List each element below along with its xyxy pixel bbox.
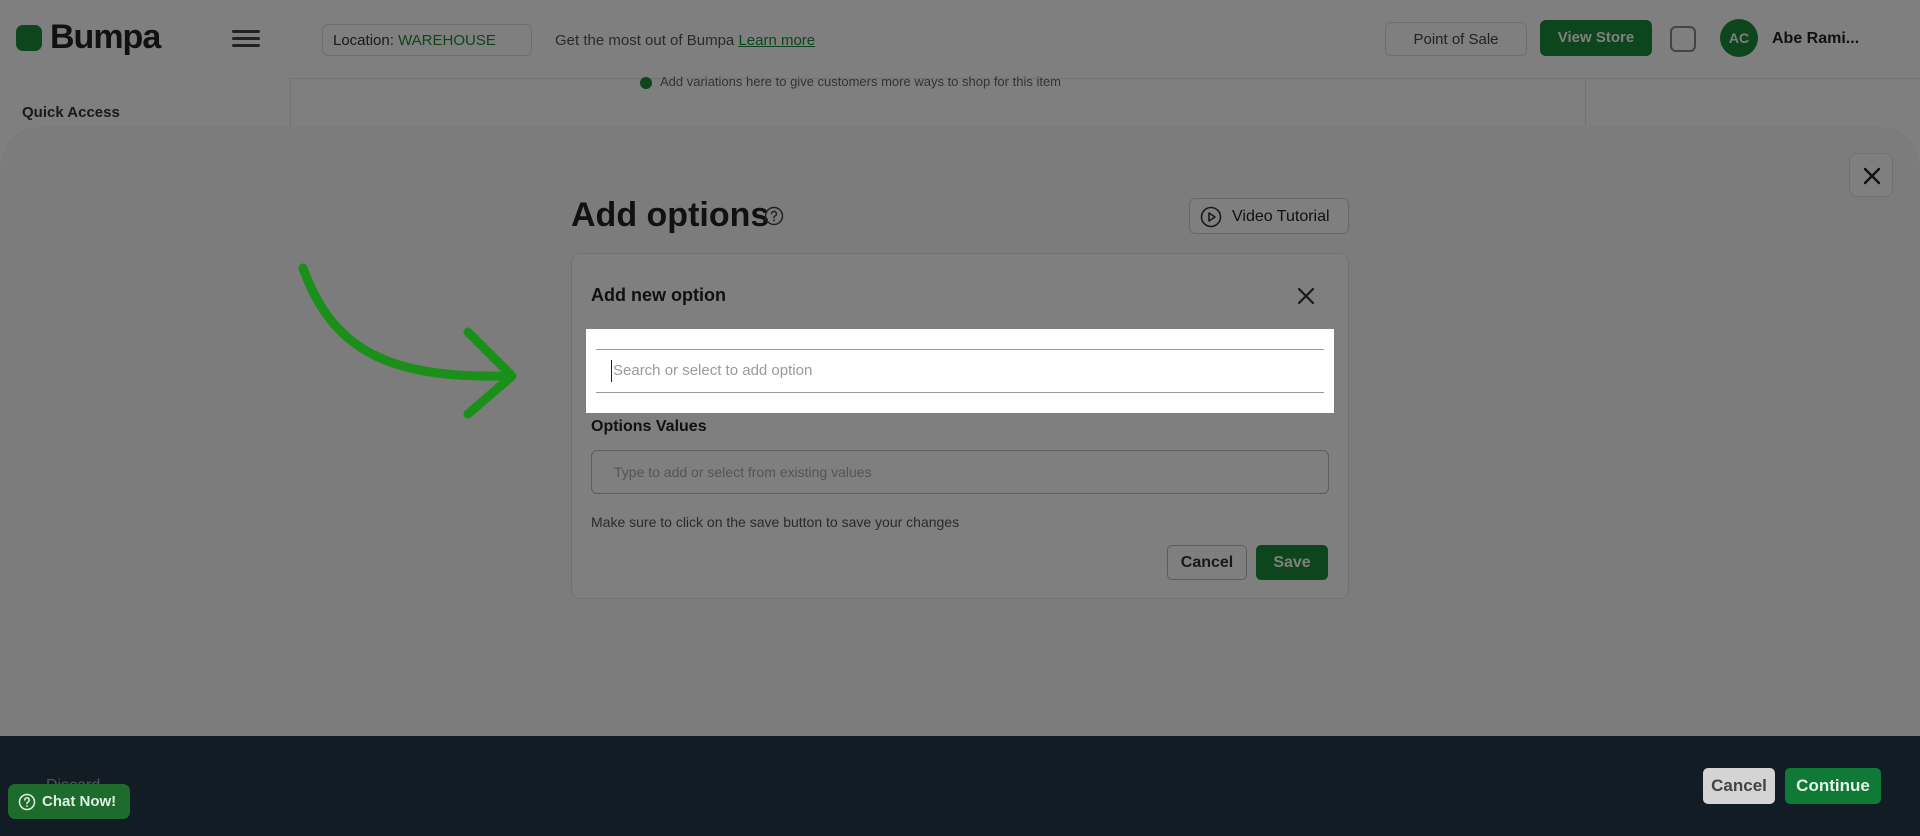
footer-cancel-button[interactable]: Cancel [1703, 768, 1775, 804]
continue-button[interactable]: Continue [1785, 768, 1881, 804]
annotation-arrow-icon [298, 263, 517, 419]
search-placeholder: Search or select to add option [613, 362, 813, 379]
option-search-input[interactable]: Search or select to add option [596, 349, 1324, 393]
help-circle-icon [18, 793, 36, 811]
chat-now-label: Chat Now! [42, 793, 117, 810]
text-caret [611, 360, 612, 382]
modal-footer [0, 736, 1920, 836]
modal-dim-overlay [0, 126, 1920, 736]
chat-now-button[interactable]: Chat Now! [8, 784, 130, 819]
